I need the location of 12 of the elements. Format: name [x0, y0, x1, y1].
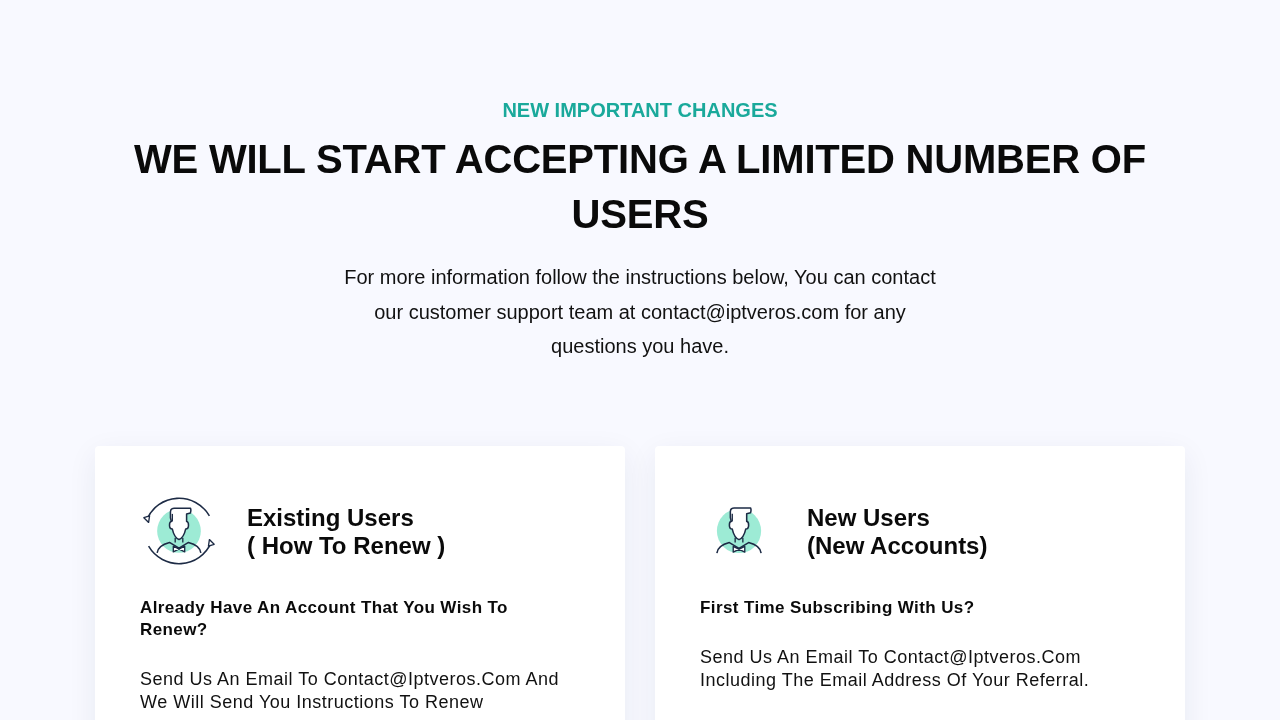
eyebrow-label: NEW IMPORTANT CHANGES [502, 98, 778, 122]
card-subtitle: (New Accounts) [807, 531, 988, 560]
card-title: Existing Users [247, 503, 415, 532]
card-title: New Users [807, 503, 931, 532]
page-heading: WE WILL START ACCEPTING A LIMITED NUMBER OF USERS [132, 136, 1148, 238]
card-body: Send Us An Email To Contact@Iptveros.Com Including The Email Address Of Your Referral. [700, 645, 1091, 692]
card-body: Send Us An Email To Contact@Iptveros.Com And We Will Send You Instructions To Renew [140, 667, 561, 714]
card-subtitle: ( How To Renew ) [247, 531, 446, 560]
card-question: First Time Subscribing With Us? [700, 596, 976, 619]
user-avatar-icon [714, 505, 764, 556]
intro-paragraph: For more information follow the instructions below, You can contact our customer support team at contact@iptveros.com for any questions you have. [343, 265, 937, 359]
card-question: Already Have An Account That You Wish To Renew? [140, 596, 509, 641]
